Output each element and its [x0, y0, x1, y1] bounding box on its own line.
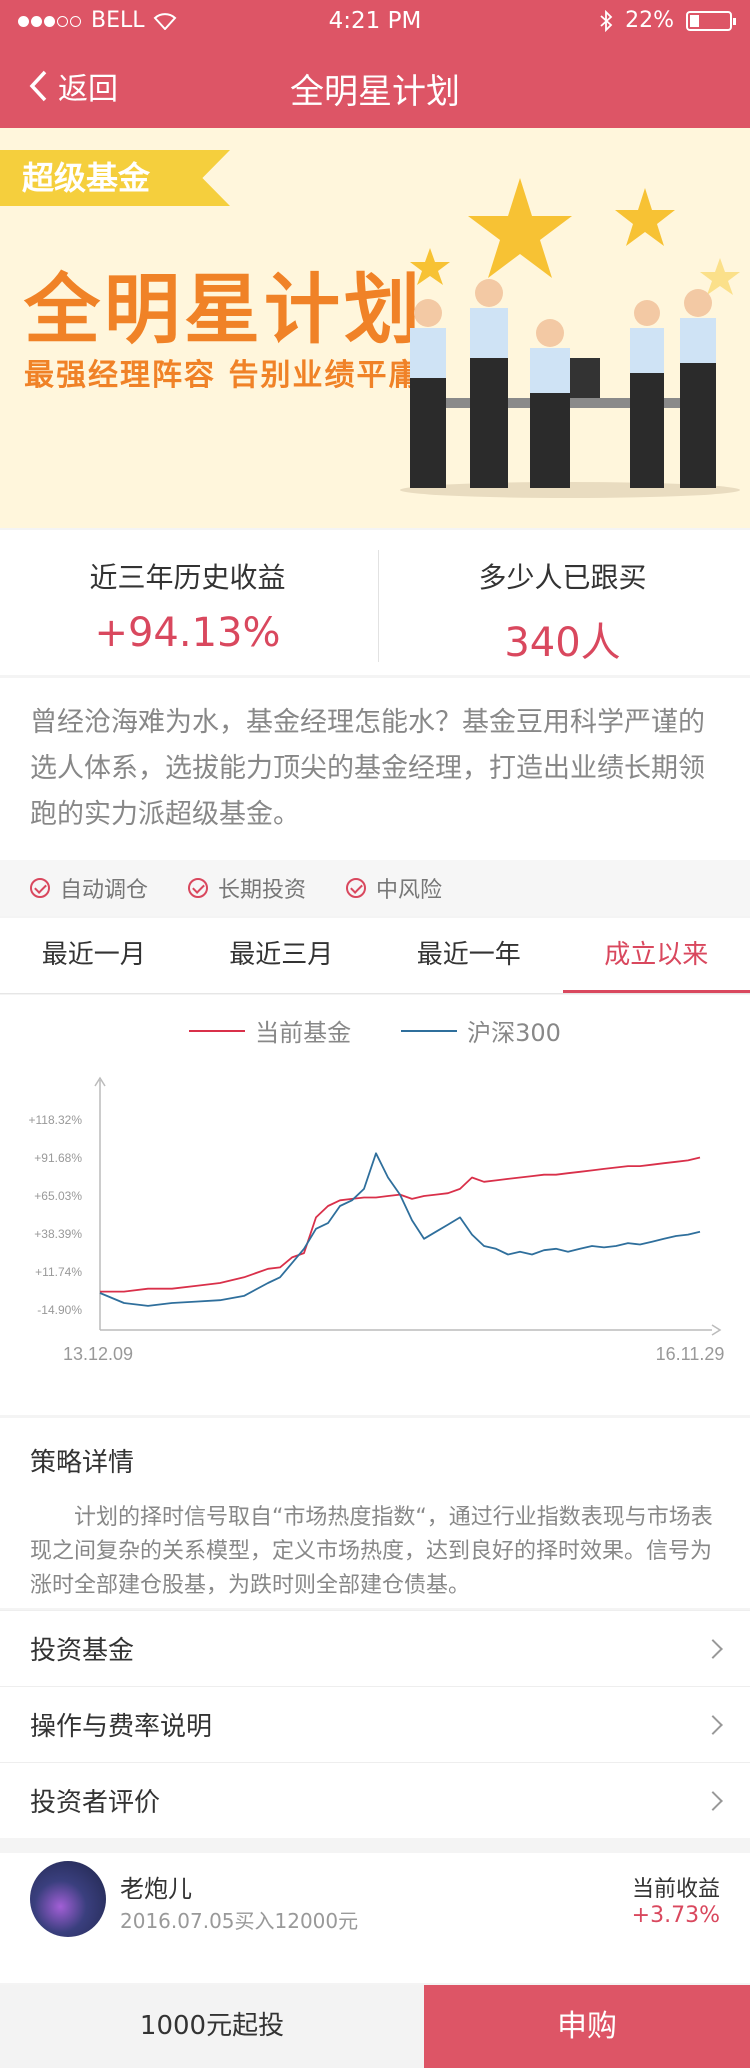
y-tick-label: +65.03%	[34, 1189, 82, 1203]
gain-value: +3.73%	[631, 1903, 720, 1928]
invest-funds-row[interactable]: 投资基金	[0, 1610, 750, 1686]
tab-1-year[interactable]: 最近一年	[375, 918, 563, 993]
feature-label: 长期投资	[218, 878, 307, 903]
check-icon	[30, 878, 50, 898]
feature-label: 自动调仓	[60, 878, 149, 903]
avatar	[30, 1861, 106, 1937]
x-end-label: 16.11.29	[656, 1344, 725, 1364]
reviewer-name: 老炮儿	[120, 1875, 192, 1903]
stats-panel: 近三年历史收益 +94.13% 多少人已跟买 340人	[0, 530, 750, 675]
x-axis-arrow	[711, 1324, 722, 1336]
fees-row[interactable]: 操作与费率说明	[0, 1686, 750, 1762]
feature-label: 中风险	[376, 878, 443, 903]
legend-fund: 当前基金	[189, 1013, 351, 1048]
status-right: 22%	[599, 8, 736, 33]
legend-index-label: 沪深300	[467, 1019, 561, 1047]
strategy-title: 策略详情	[30, 1448, 135, 1478]
return-value: +94.13%	[94, 610, 281, 656]
fund-description: 曾经沧海难为水，基金经理怎能水？基金豆用科学严谨的选人体系，选拔能力顶尖的基金经…	[0, 678, 750, 860]
check-icon	[188, 878, 209, 898]
row-label: 操作与费率说明	[30, 1712, 213, 1742]
nav-bar: 返回 全明星计划	[0, 42, 750, 128]
feature-tag: 中风险	[346, 872, 442, 904]
feature-tag: 长期投资	[188, 872, 306, 904]
min-investment: 1000元起投	[0, 1985, 424, 2068]
followers-label: 多少人已跟买	[478, 561, 647, 594]
info-links: 投资基金 操作与费率说明 投资者评价	[0, 1610, 750, 1838]
star-icon	[615, 188, 675, 246]
chevron-right-icon	[703, 1714, 723, 1735]
chevron-right-icon	[703, 1638, 723, 1659]
index-series-line	[99, 1152, 701, 1307]
followers-stat: 多少人已跟买 340人	[375, 530, 750, 675]
reviews-row[interactable]: 投资者评价	[0, 1762, 750, 1838]
y-tick-label: +91.68%	[34, 1151, 82, 1165]
team-illustration	[400, 178, 740, 498]
star-icon	[468, 178, 572, 278]
strategy-text: 计划的择时信号取自“市场热度指数“，通过行业指数表现与市场表现之间复杂的关系模型…	[30, 1505, 713, 1598]
banner-tag: 超级基金	[0, 150, 230, 206]
y-tick-label: +11.74%	[35, 1265, 82, 1279]
return-stat: 近三年历史收益 +94.13%	[0, 530, 375, 675]
row-label: 投资基金	[30, 1636, 135, 1666]
row-label: 投资者评价	[30, 1788, 161, 1818]
chart-legend: 当前基金 沪深300	[0, 1013, 750, 1048]
check-icon	[346, 878, 367, 898]
followers-value: 340人	[504, 620, 621, 666]
battery-percent: 22%	[625, 8, 674, 33]
tab-1-month[interactable]: 最近一月	[0, 918, 188, 993]
status-bar: BELL 4:21 PM 22%	[0, 0, 750, 42]
return-label: 近三年历史收益	[89, 561, 286, 594]
banner-subline: 最强经理阵容 告别业绩平庸	[24, 358, 421, 393]
chevron-right-icon	[703, 1790, 723, 1811]
y-tick-label: -14.90%	[37, 1303, 82, 1317]
performance-chart: 当前基金 沪深300 -14.90% +11.74% +38.39% +65.03% +…	[0, 995, 750, 1415]
legend-fund-label: 当前基金	[255, 1019, 352, 1047]
feature-tag: 自动调仓	[30, 872, 148, 904]
y-tick-label: +38.39%	[34, 1227, 82, 1241]
y-tick-label: +118.32%	[29, 1113, 83, 1127]
fund-series-line	[100, 1156, 701, 1293]
x-start-label: 13.12.09	[63, 1344, 133, 1364]
gain-label: 当前收益	[631, 1877, 720, 1902]
star-icon	[700, 258, 740, 295]
legend-index: 沪深300	[401, 1013, 561, 1048]
investor-review: 老炮儿 2016.07.05买入12000元 当前收益 +3.73%	[0, 1853, 750, 1983]
promo-banner[interactable]: 超级基金 全明星计划 最强经理阵容 告别业绩平庸	[0, 128, 750, 528]
bottom-action-bar: 1000元起投 申购	[0, 1985, 750, 2068]
bluetooth-icon	[600, 9, 613, 32]
period-tabs: 最近一月 最近三月 最近一年 成立以来	[0, 918, 750, 994]
tab-3-months[interactable]: 最近三月	[188, 918, 376, 993]
star-icon	[410, 248, 450, 285]
buy-button[interactable]: 申购	[424, 1985, 750, 2068]
page-title: 全明星计划	[290, 72, 460, 112]
stats-divider	[378, 550, 379, 662]
review-meta: 2016.07.05买入12000元	[120, 1909, 359, 1933]
battery-icon	[686, 10, 736, 31]
strategy-details: 策略详情 计划的择时信号取自“市场热度指数“，通过行业指数表现与市场表现之间复杂…	[0, 1418, 750, 1608]
feature-tags: 自动调仓 长期投资 中风险	[0, 860, 750, 916]
tab-since-inception[interactable]: 成立以来	[562, 918, 750, 993]
banner-headline: 全明星计划	[24, 265, 424, 354]
chart-plot: -14.90% +11.74% +38.39% +65.03% +91.68% +118.…	[29, 1076, 725, 1364]
